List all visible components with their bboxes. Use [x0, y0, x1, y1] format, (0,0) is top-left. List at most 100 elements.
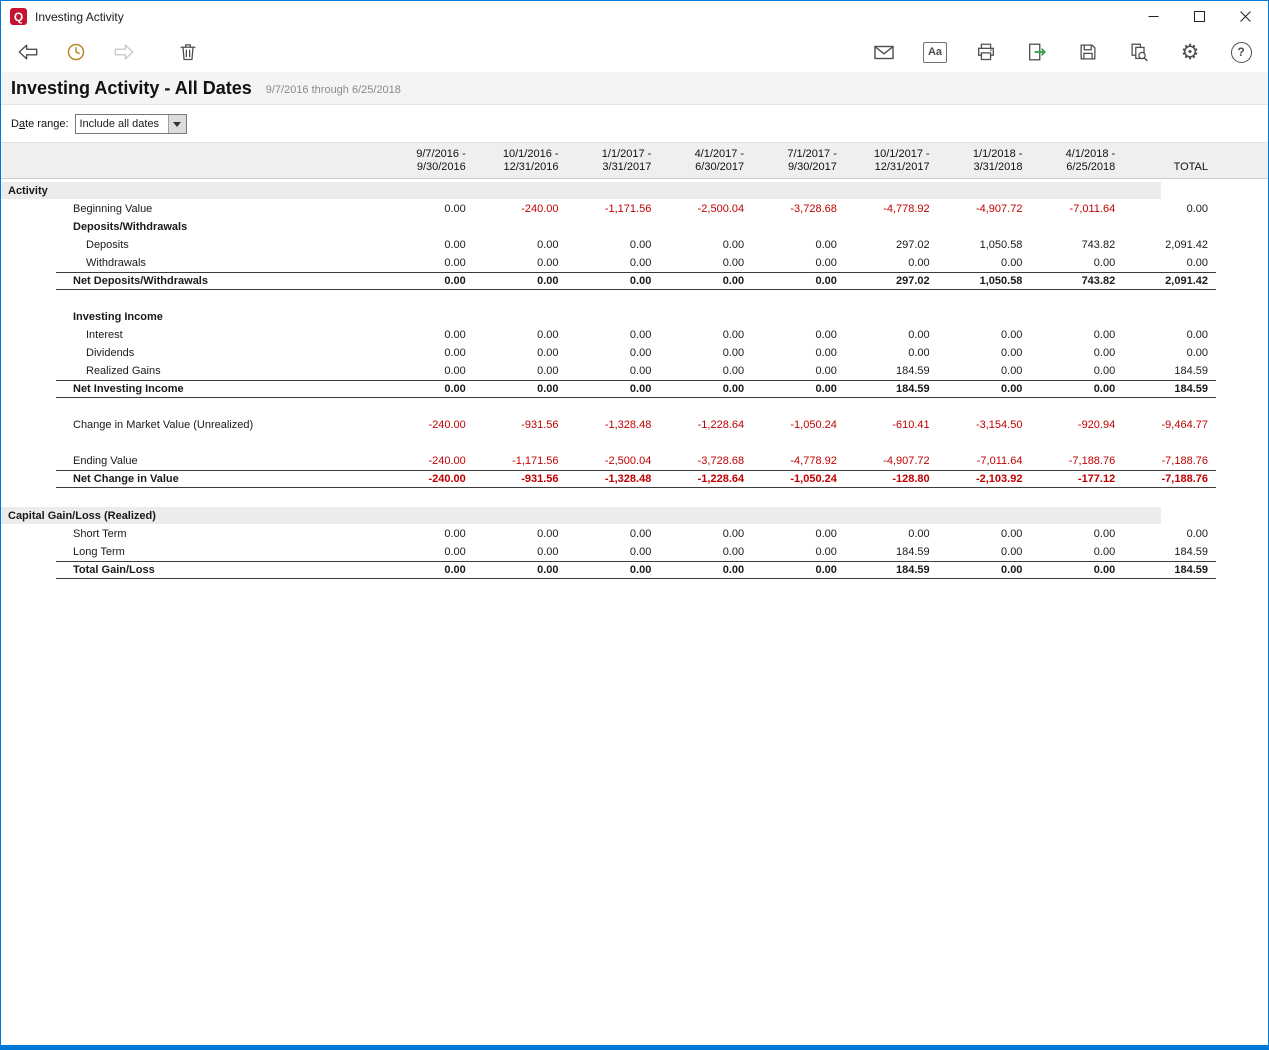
help-button[interactable]: ?: [1228, 39, 1254, 65]
cell-value: 0.00: [1123, 528, 1216, 540]
cell-value: -931.56: [474, 419, 567, 431]
cell-value: -931.56: [474, 473, 567, 485]
chevron-down-icon[interactable]: [168, 115, 186, 133]
print-button[interactable]: [973, 39, 999, 65]
cell-value: -4,778.92: [845, 203, 938, 215]
table-row: Total Gain/Loss0.000.000.000.000.00184.5…: [56, 561, 1216, 579]
save-button[interactable]: [1075, 39, 1101, 65]
back-button[interactable]: [15, 39, 41, 65]
date-range-select[interactable]: Include all dates: [75, 114, 187, 134]
cell-value: -610.41: [845, 419, 938, 431]
cell-value: -7,188.76: [1030, 455, 1123, 467]
cell-value: 0.00: [752, 239, 845, 251]
cell-value: 297.02: [845, 275, 938, 287]
cell-value: 0.00: [752, 383, 845, 395]
cell-value: 0.00: [1030, 528, 1123, 540]
back-arrow-icon: [17, 41, 39, 63]
row-label: Activity: [1, 185, 326, 197]
cell-value: -4,907.72: [845, 455, 938, 467]
table-row: Investing Income: [56, 308, 1216, 326]
cell-value: 0.00: [938, 365, 1031, 377]
forward-arrow-icon: [113, 41, 135, 63]
cell-value: -240.00: [381, 419, 474, 431]
cell-value: 184.59: [1123, 546, 1216, 558]
text-format-button[interactable]: Aa: [922, 39, 948, 65]
cell-value: 0.00: [845, 329, 938, 341]
cell-value: 0.00: [381, 257, 474, 269]
cell-value: 0.00: [659, 347, 752, 359]
delete-button[interactable]: [175, 39, 201, 65]
history-button[interactable]: [63, 39, 89, 65]
cell-value: 0.00: [659, 257, 752, 269]
row-label: Interest: [56, 329, 381, 341]
minimize-button[interactable]: [1130, 1, 1176, 32]
cell-value: 0.00: [567, 546, 660, 558]
cell-value: -128.80: [845, 473, 938, 485]
cell-value: 184.59: [1123, 365, 1216, 377]
cell-value: 0.00: [567, 564, 660, 576]
cell-value: 0.00: [567, 383, 660, 395]
email-report-button[interactable]: [871, 39, 897, 65]
report-body-filler: [1, 579, 1268, 1045]
toolbar: Aa: [1, 32, 1268, 72]
cell-value: 0.00: [381, 564, 474, 576]
trash-icon: [177, 41, 199, 63]
column-header: 1/1/2017 -3/31/2017: [567, 148, 660, 174]
table-row: Realized Gains0.000.000.000.000.00184.59…: [56, 362, 1216, 380]
cell-value: 0.00: [938, 546, 1031, 558]
table-row: Deposits/Withdrawals: [56, 218, 1216, 236]
column-header: 10/1/2016 -12/31/2016: [474, 148, 567, 174]
cell-value: 0.00: [381, 347, 474, 359]
cell-value: 2,091.42: [1123, 239, 1216, 251]
cell-value: -1,328.48: [567, 419, 660, 431]
cell-value: 0.00: [1030, 347, 1123, 359]
row-label: Dividends: [56, 347, 381, 359]
cell-value: 0.00: [938, 528, 1031, 540]
find-in-report-button[interactable]: [1126, 39, 1152, 65]
envelope-icon: [872, 41, 896, 63]
cell-value: 0.00: [474, 564, 567, 576]
cell-value: 184.59: [845, 564, 938, 576]
cell-value: 184.59: [845, 546, 938, 558]
cell-value: 0.00: [659, 365, 752, 377]
row-label: Net Change in Value: [56, 473, 381, 485]
close-button[interactable]: [1222, 1, 1268, 32]
table-row: Withdrawals0.000.000.000.000.000.000.000…: [56, 254, 1216, 272]
cell-value: 0.00: [381, 203, 474, 215]
report-header: Investing Activity - All Dates 9/7/2016 …: [1, 72, 1268, 105]
cell-value: 0.00: [752, 365, 845, 377]
cell-value: -3,728.68: [659, 455, 752, 467]
cell-value: 0.00: [567, 257, 660, 269]
cell-value: 0.00: [474, 365, 567, 377]
cell-value: -2,103.92: [938, 473, 1031, 485]
spacer-row: [56, 290, 1216, 308]
cell-value: 0.00: [752, 257, 845, 269]
cell-value: 0.00: [381, 546, 474, 558]
report-date-span: 9/7/2016 through 6/25/2018: [266, 84, 401, 96]
forward-button[interactable]: [111, 39, 137, 65]
row-label: Withdrawals: [56, 257, 381, 269]
floppy-save-icon: [1077, 41, 1099, 63]
export-button[interactable]: [1024, 39, 1050, 65]
cell-value: 0.00: [659, 546, 752, 558]
cell-value: 0.00: [474, 528, 567, 540]
window-bottom-border: [1, 1045, 1268, 1050]
row-label: Deposits/Withdrawals: [56, 221, 381, 233]
table-row: Interest0.000.000.000.000.000.000.000.00…: [56, 326, 1216, 344]
cell-value: 0.00: [659, 528, 752, 540]
table-row: Beginning Value0.00-240.00-1,171.56-2,50…: [56, 200, 1216, 218]
maximize-button[interactable]: [1176, 1, 1222, 32]
cell-value: -1,171.56: [567, 203, 660, 215]
settings-button[interactable]: ⚙: [1177, 39, 1203, 65]
cell-value: -240.00: [474, 203, 567, 215]
date-range-label: Date range:: [11, 118, 69, 130]
cell-value: 0.00: [381, 365, 474, 377]
cell-value: 0.00: [1030, 383, 1123, 395]
cell-value: -7,011.64: [1030, 203, 1123, 215]
cell-value: 0.00: [1123, 347, 1216, 359]
cell-value: -7,188.76: [1123, 455, 1216, 467]
row-label: Net Investing Income: [56, 383, 381, 395]
table-row: Ending Value-240.00-1,171.56-2,500.04-3,…: [56, 452, 1216, 470]
cell-value: 0.00: [381, 275, 474, 287]
cell-value: 0.00: [752, 329, 845, 341]
